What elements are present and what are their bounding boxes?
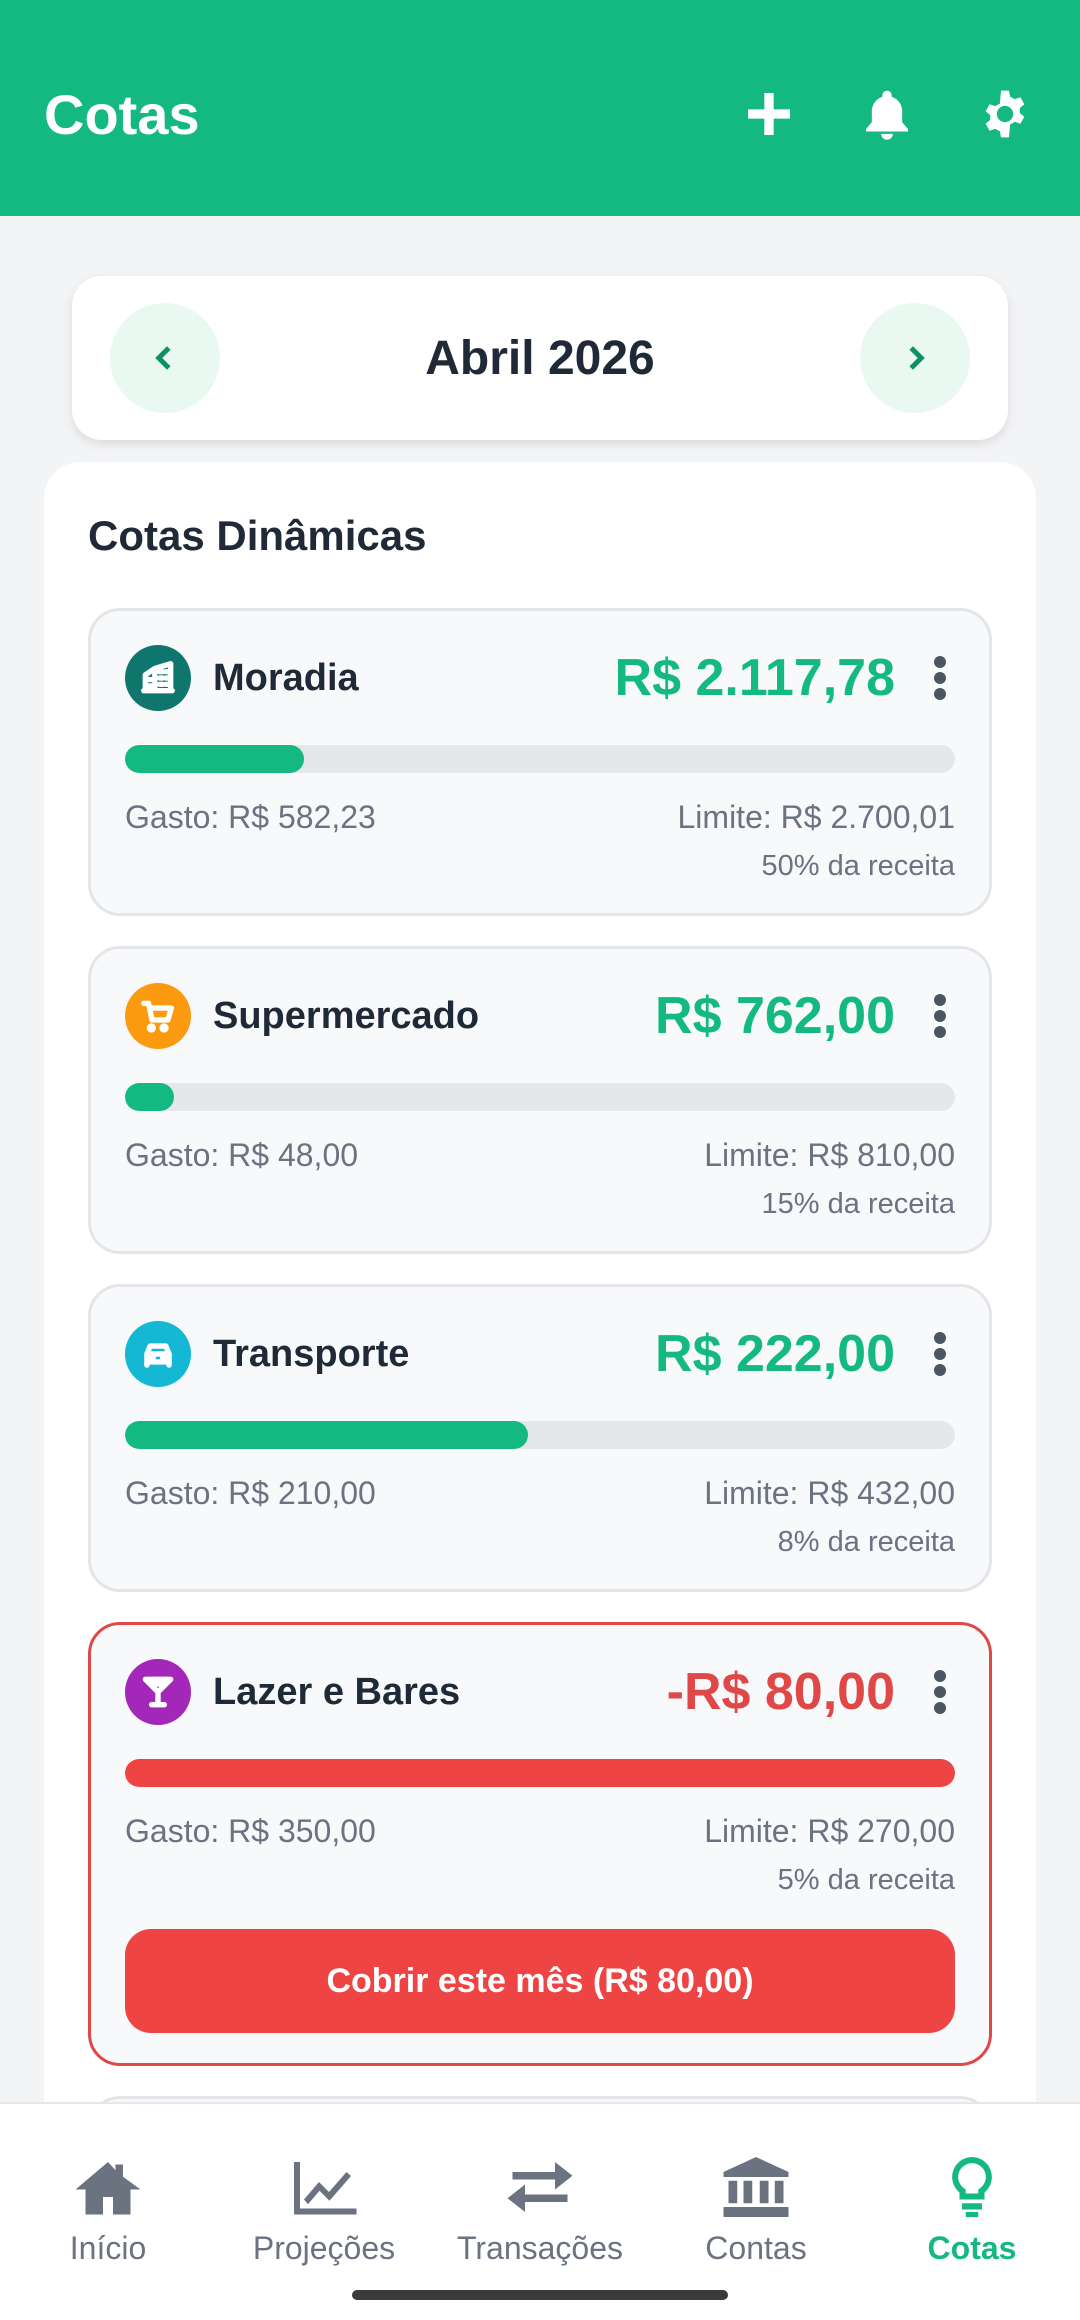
home-indicator (352, 2290, 728, 2300)
car-icon (125, 1321, 191, 1387)
quota-spent: Gasto: R$ 210,00 (125, 1475, 376, 1511)
quota-card-header: Supermercado R$ 762,00 (125, 983, 955, 1049)
previous-month-button[interactable] (110, 303, 220, 413)
quota-progress-bar (125, 745, 955, 773)
quota-more-button[interactable] (925, 1662, 955, 1722)
quota-income-share: 50% da receita (761, 850, 955, 882)
bottom-navigation: Início Projeções Transações Contas Cotas (0, 2102, 1080, 2320)
quota-progress-fill (125, 1083, 174, 1111)
quota-spent: Gasto: R$ 48,00 (125, 1137, 359, 1173)
quota-more-button[interactable] (925, 986, 955, 1046)
quota-progress-fill (125, 1759, 955, 1787)
quota-income-share: 15% da receita (761, 1188, 955, 1220)
add-button[interactable] (738, 83, 800, 145)
quota-card-supermercado[interactable]: Supermercado R$ 762,00 Gasto: R$ 48,00 L… (88, 946, 992, 1254)
more-vertical-icon (934, 994, 946, 1038)
nav-label: Contas (705, 2230, 807, 2266)
quota-spent: Gasto: R$ 582,23 (125, 799, 376, 835)
quota-name: Moradia (213, 656, 359, 699)
chart-line-icon (294, 2162, 357, 2215)
nav-label: Início (69, 2230, 147, 2266)
nav-item-transacoes[interactable]: Transações (432, 2104, 648, 2320)
quota-income-share: 8% da receita (777, 1526, 955, 1558)
quota-card-header: Moradia R$ 2.117,78 (125, 645, 955, 711)
quota-progress-bar (125, 1421, 955, 1449)
quota-remaining-amount: R$ 2.117,78 (614, 649, 895, 707)
quota-remaining-amount: -R$ 80,00 (666, 1663, 895, 1721)
quota-card-header: Transporte R$ 222,00 (125, 1321, 955, 1387)
quota-stats-row: Gasto: R$ 350,00 Limite: R$ 270,00 (125, 1813, 955, 1850)
current-month-label: Abril 2026 (425, 331, 655, 385)
chevron-right-icon (909, 346, 925, 370)
nav-item-projecoes[interactable]: Projeções (216, 2104, 432, 2320)
lightbulb-icon (952, 2157, 992, 2217)
settings-button[interactable] (974, 83, 1036, 145)
transfer-icon (507, 2162, 573, 2212)
more-vertical-icon (934, 656, 946, 700)
more-vertical-icon (934, 1332, 946, 1376)
quota-stats-row: Gasto: R$ 582,23 Limite: R$ 2.700,01 (125, 799, 955, 836)
next-month-button[interactable] (859, 303, 970, 413)
cocktail-icon (125, 1659, 191, 1725)
quota-card-moradia[interactable]: Moradia R$ 2.117,78 Gasto: R$ 582,23 Lim… (88, 608, 992, 916)
quota-name: Lazer e Bares (213, 1670, 461, 1713)
app-root: Cotas Abril 2026 Cotas Dinâmicas Moradia… (0, 0, 1080, 2320)
bell-icon (866, 90, 908, 140)
quota-limit: Limite: R$ 2.700,01 (677, 799, 956, 835)
quota-card-header: Lazer e Bares -R$ 80,00 (125, 1659, 955, 1725)
quota-stats-row: Gasto: R$ 48,00 Limite: R$ 810,00 (125, 1137, 955, 1174)
cover-this-month-button[interactable]: Cobrir este mês (R$ 80,00) (125, 1929, 955, 2033)
nav-label: Transações (457, 2230, 623, 2266)
quota-progress-fill (125, 1421, 529, 1449)
building-icon (125, 645, 191, 711)
quota-income-share: 5% da receita (777, 1864, 955, 1896)
quotas-panel: Cotas Dinâmicas Moradia R$ 2.117,78 Gast… (44, 462, 1036, 2156)
quota-progress-bar (125, 1083, 955, 1111)
quota-remaining-amount: R$ 222,00 (655, 1325, 895, 1383)
quota-progress-fill (125, 745, 305, 773)
page-title: Cotas (44, 82, 200, 146)
header-actions (738, 71, 1036, 145)
month-selector: Abril 2026 (72, 276, 1008, 440)
quota-remaining-amount: R$ 762,00 (655, 987, 895, 1045)
gear-icon (985, 90, 1025, 138)
top-app-bar: Cotas (0, 0, 1080, 216)
quota-card-transporte[interactable]: Transporte R$ 222,00 Gasto: R$ 210,00 Li… (88, 1284, 992, 1592)
nav-item-contas[interactable]: Contas (648, 2104, 864, 2320)
nav-label: Projeções (252, 2230, 396, 2266)
quota-limit: Limite: R$ 432,00 (704, 1475, 955, 1511)
section-title: Cotas Dinâmicas (88, 512, 427, 559)
quota-name: Supermercado (213, 994, 480, 1037)
home-icon (75, 2162, 141, 2215)
quota-more-button[interactable] (925, 648, 955, 708)
cart-icon (125, 983, 191, 1049)
quota-limit: Limite: R$ 270,00 (704, 1813, 955, 1849)
nav-item-cotas[interactable]: Cotas (864, 2104, 1080, 2320)
quota-spent: Gasto: R$ 350,00 (125, 1813, 376, 1849)
notifications-button[interactable] (856, 83, 918, 145)
quota-progress-bar (125, 1759, 955, 1787)
quota-limit: Limite: R$ 810,00 (704, 1137, 955, 1173)
more-vertical-icon (934, 1670, 946, 1714)
quota-more-button[interactable] (925, 1324, 955, 1384)
quota-card-lazer-e-bares[interactable]: Lazer e Bares -R$ 80,00 Gasto: R$ 350,00… (88, 1622, 992, 2066)
nav-label: Cotas (927, 2230, 1017, 2266)
bank-icon (723, 2157, 789, 2217)
quota-stats-row: Gasto: R$ 210,00 Limite: R$ 432,00 (125, 1475, 955, 1512)
plus-icon (748, 93, 790, 135)
nav-item-inicio[interactable]: Início (0, 2104, 216, 2320)
chevron-left-icon (155, 346, 171, 370)
quota-name: Transporte (213, 1332, 410, 1375)
